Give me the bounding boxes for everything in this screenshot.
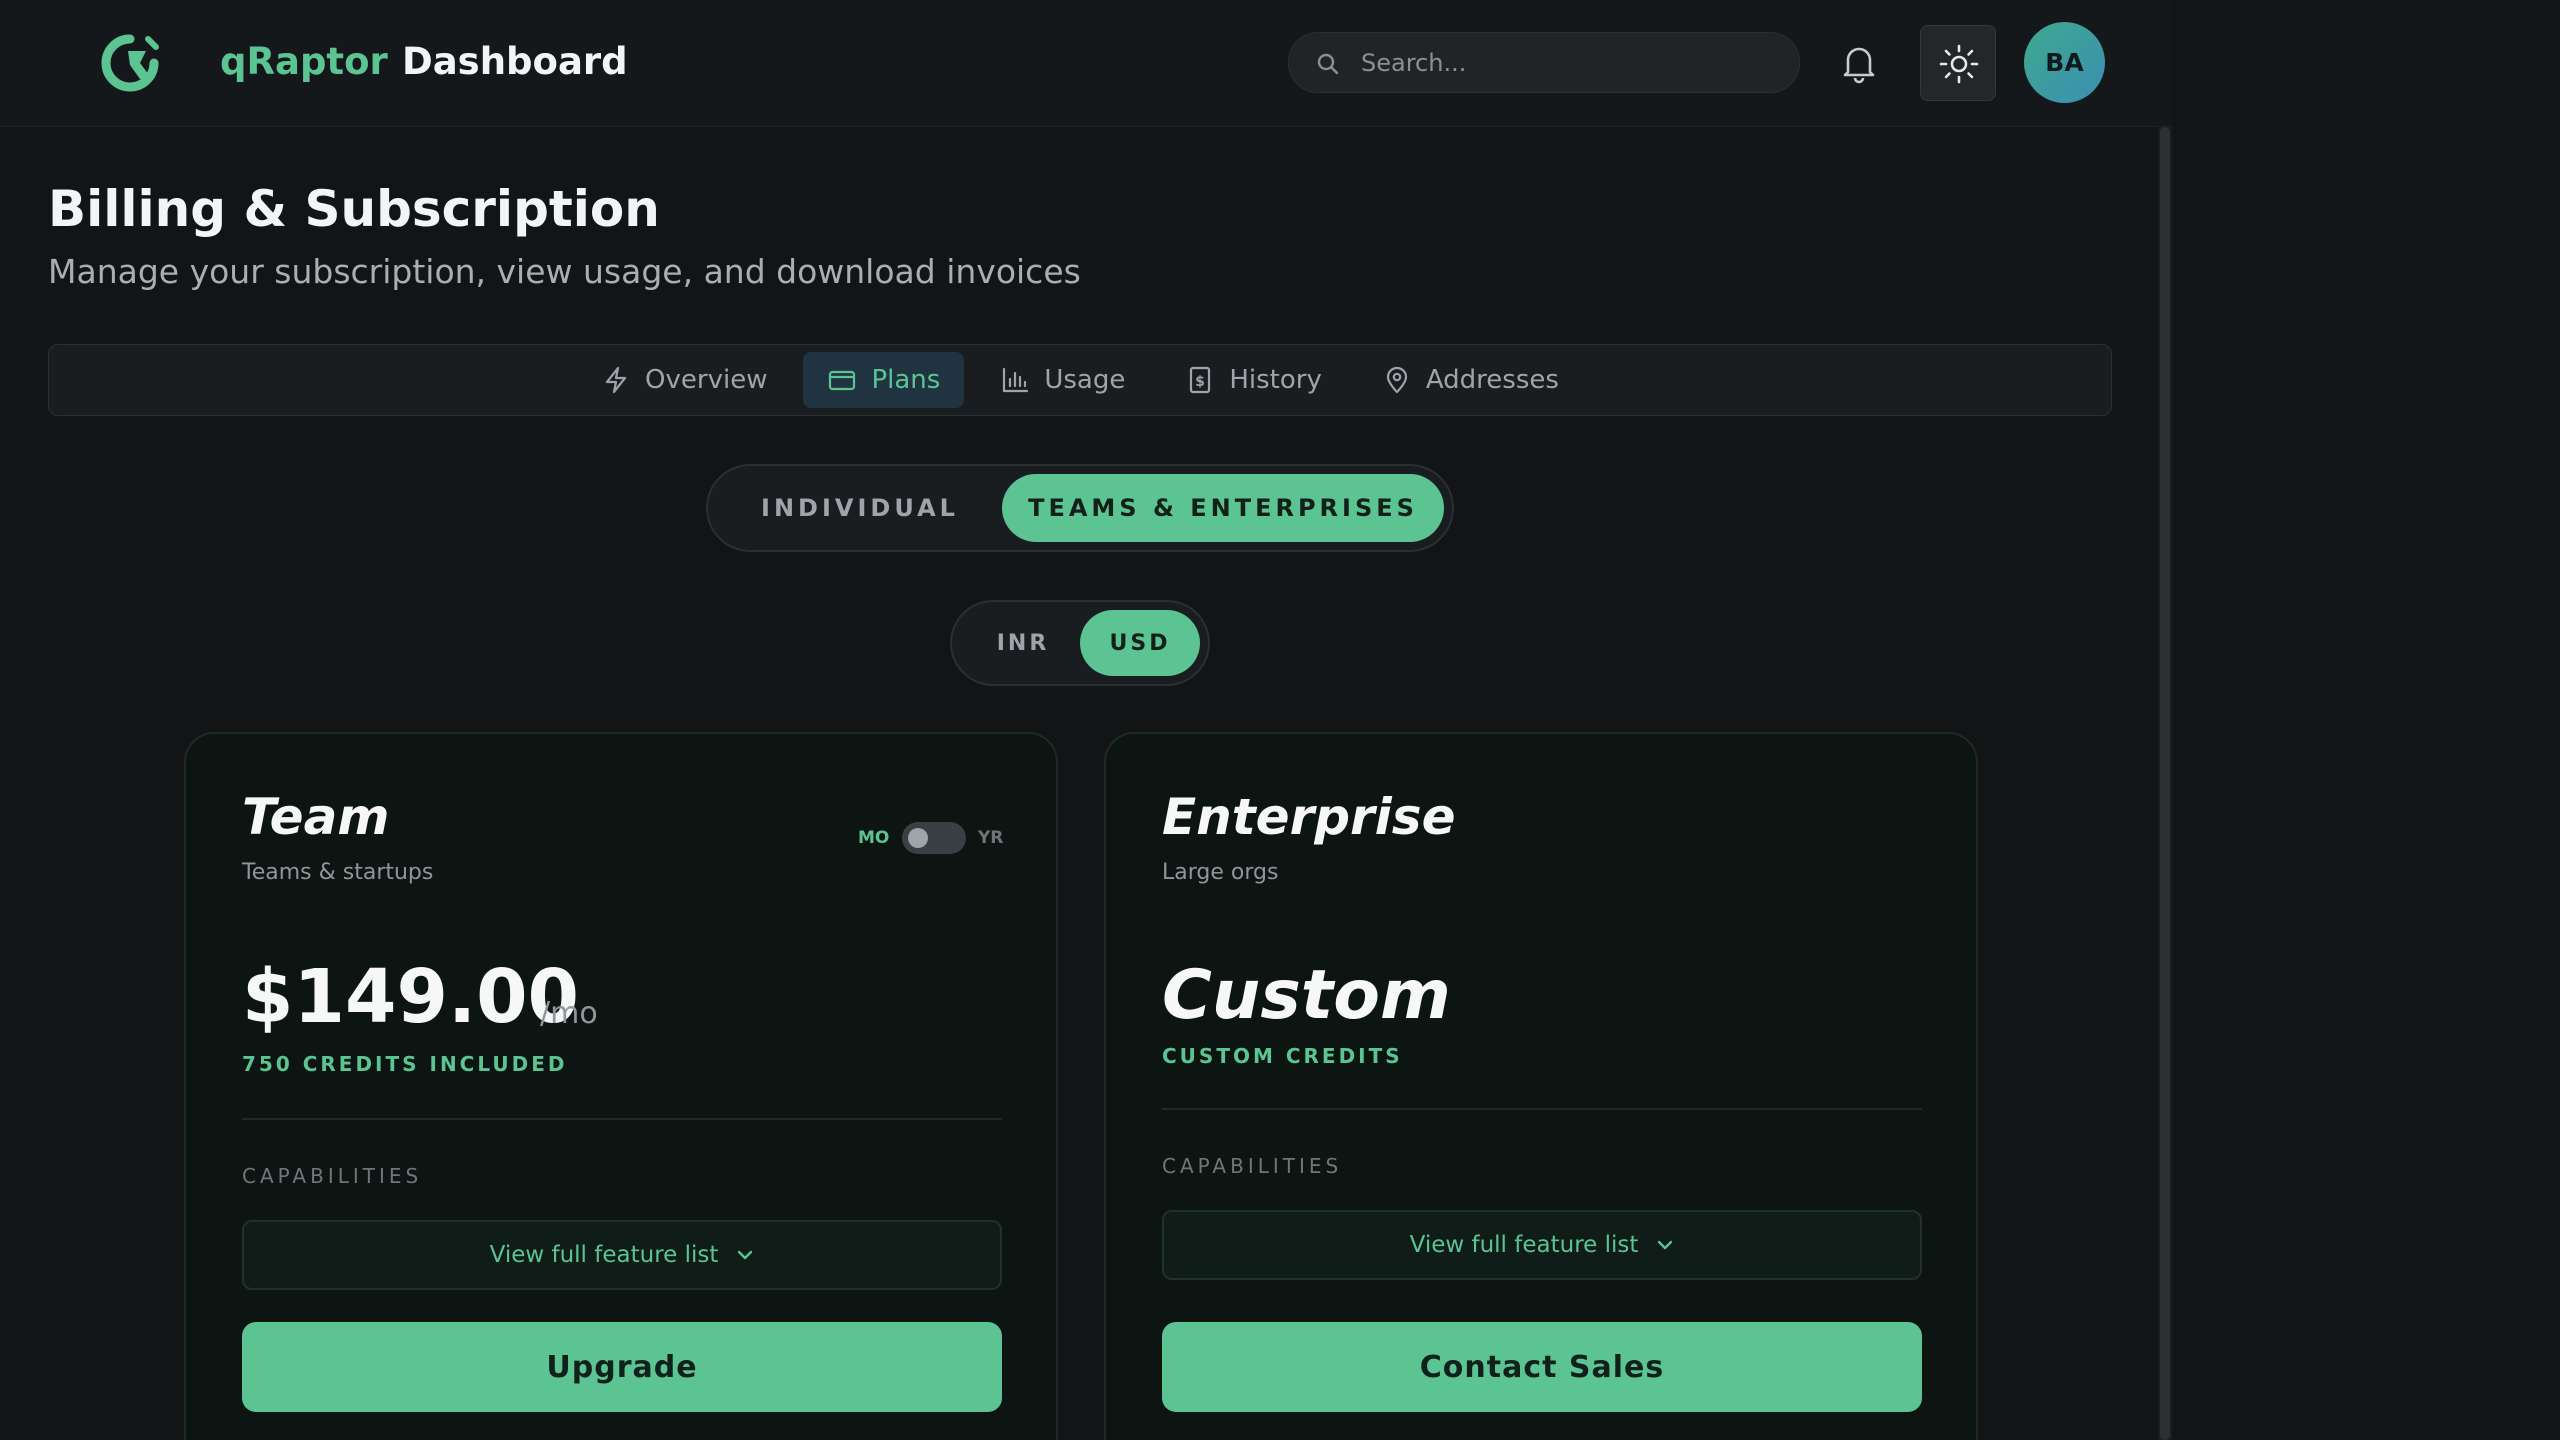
tab-history[interactable]: $ History [1161,352,1346,408]
empty-area [2172,0,2560,1440]
tab-label: History [1229,365,1322,395]
teams-enterprises-option[interactable]: TEAMS & ENTERPRISES [1002,474,1444,542]
tab-usage[interactable]: Usage [976,352,1149,408]
individual-option[interactable]: INDIVIDUAL [724,474,996,542]
view-features-button[interactable]: View full feature list [1162,1210,1922,1280]
upgrade-button[interactable]: Upgrade [242,1322,1002,1412]
divider [242,1118,1002,1120]
plan-tagline: Large orgs [1162,860,1279,885]
audience-toggle: INDIVIDUAL TEAMS & ENTERPRISES [706,464,1454,552]
feature-button-label: View full feature list [489,1242,719,1268]
tab-plans[interactable]: Plans [803,352,965,408]
plan-credits: 750 CREDITS INCLUDED [242,1052,568,1076]
contact-sales-button[interactable]: Contact Sales [1162,1322,1922,1412]
map-pin-icon [1386,366,1407,394]
tab-label: Plans [871,365,941,395]
price-period: /mo [540,996,598,1031]
main-content: qRaptor Dashboard Search... BA Billing &… [0,0,2172,1440]
monthly-label: MO [858,828,890,848]
search-icon [1315,51,1341,77]
credit-card-icon [829,370,856,391]
tab-overview[interactable]: Overview [577,352,791,408]
switch-knob [908,828,928,848]
plan-price: Custom [1162,956,1451,1035]
plan-card-enterprise: Enterprise Large orgs Custom CUSTOM CRED… [1104,732,1978,1440]
tab-label: Addresses [1425,365,1559,395]
page-title: Billing & Subscription [48,180,660,238]
inr-option[interactable]: INR [968,610,1078,676]
feature-button-label: View full feature list [1409,1232,1639,1258]
app: qRaptor Dashboard Search... BA Billing &… [0,0,2560,1440]
search-box[interactable] [1288,32,1800,93]
chevron-down-icon [738,1250,753,1260]
view-features-button[interactable]: View full feature list [242,1220,1002,1290]
plan-name: Team [242,788,390,846]
lightning-icon [605,366,627,394]
theme-toggle-button[interactable] [1920,25,1996,101]
yearly-label: YR [978,828,1004,848]
billing-tabs: Overview Plans Usage $ History Addresses [48,344,2112,416]
scrollbar-thumb[interactable] [2160,127,2170,1440]
plan-card-team: Team Teams & startups MO YR $149.00 /mo … [184,732,1058,1440]
chevron-down-icon [1658,1240,1673,1250]
plan-name: Enterprise [1162,788,1456,846]
capabilities-label: CAPABILITIES [1162,1154,1343,1178]
brand-name[interactable]: qRaptor [220,40,388,83]
scrollbar[interactable] [2158,127,2172,1440]
capabilities-label: CAPABILITIES [242,1164,423,1188]
tab-label: Overview [645,365,768,395]
avatar[interactable]: BA [2024,22,2105,103]
bell-icon[interactable] [1840,42,1878,84]
plan-credits: CUSTOM CREDITS [1162,1044,1403,1068]
receipt-icon: $ [1190,366,1211,394]
billing-switch[interactable] [902,822,966,854]
currency-toggle: INR USD [950,600,1210,686]
divider [1162,1108,1922,1110]
tab-label: Usage [1044,365,1126,395]
plan-tagline: Teams & startups [242,860,434,885]
logo-icon[interactable] [100,33,160,93]
svg-text:$: $ [1195,374,1205,390]
search-input[interactable] [1361,33,1781,92]
tab-addresses[interactable]: Addresses [1358,352,1583,408]
bar-chart-icon [1003,367,1029,393]
billing-period-toggle[interactable]: MO YR [858,822,1008,854]
sun-icon [1939,44,1979,84]
plan-price: $149.00 [242,954,580,1040]
app-title: Dashboard [402,40,628,83]
page-subtitle: Manage your subscription, view usage, an… [48,252,1081,291]
top-bar: qRaptor Dashboard Search... BA [0,0,2172,127]
usd-option[interactable]: USD [1080,610,1200,676]
